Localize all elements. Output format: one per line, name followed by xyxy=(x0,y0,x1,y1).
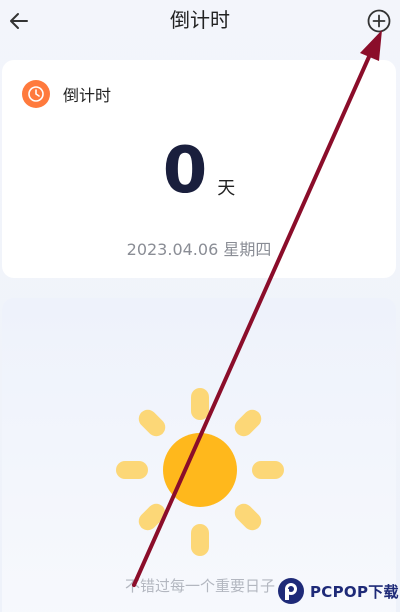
sun-icon xyxy=(116,388,284,556)
sun-ray xyxy=(138,409,166,437)
sun-ray xyxy=(116,461,148,479)
watermark-text: PCPOP下载 xyxy=(310,582,399,601)
sun-ray xyxy=(252,461,284,479)
watermark: PCPOP下载 xyxy=(276,576,399,606)
sun-ray xyxy=(138,503,166,531)
countdown-page: 倒计时 倒计时 0 天 2023.04.06 星期四 不错过每一个重要日子 PC… xyxy=(0,0,400,612)
sun-ray xyxy=(191,388,209,420)
sun-ray xyxy=(234,503,262,531)
sun-ray xyxy=(234,409,262,437)
pcpop-logo-icon xyxy=(278,578,304,604)
sun-ray xyxy=(191,524,209,556)
sun-core xyxy=(163,433,237,507)
